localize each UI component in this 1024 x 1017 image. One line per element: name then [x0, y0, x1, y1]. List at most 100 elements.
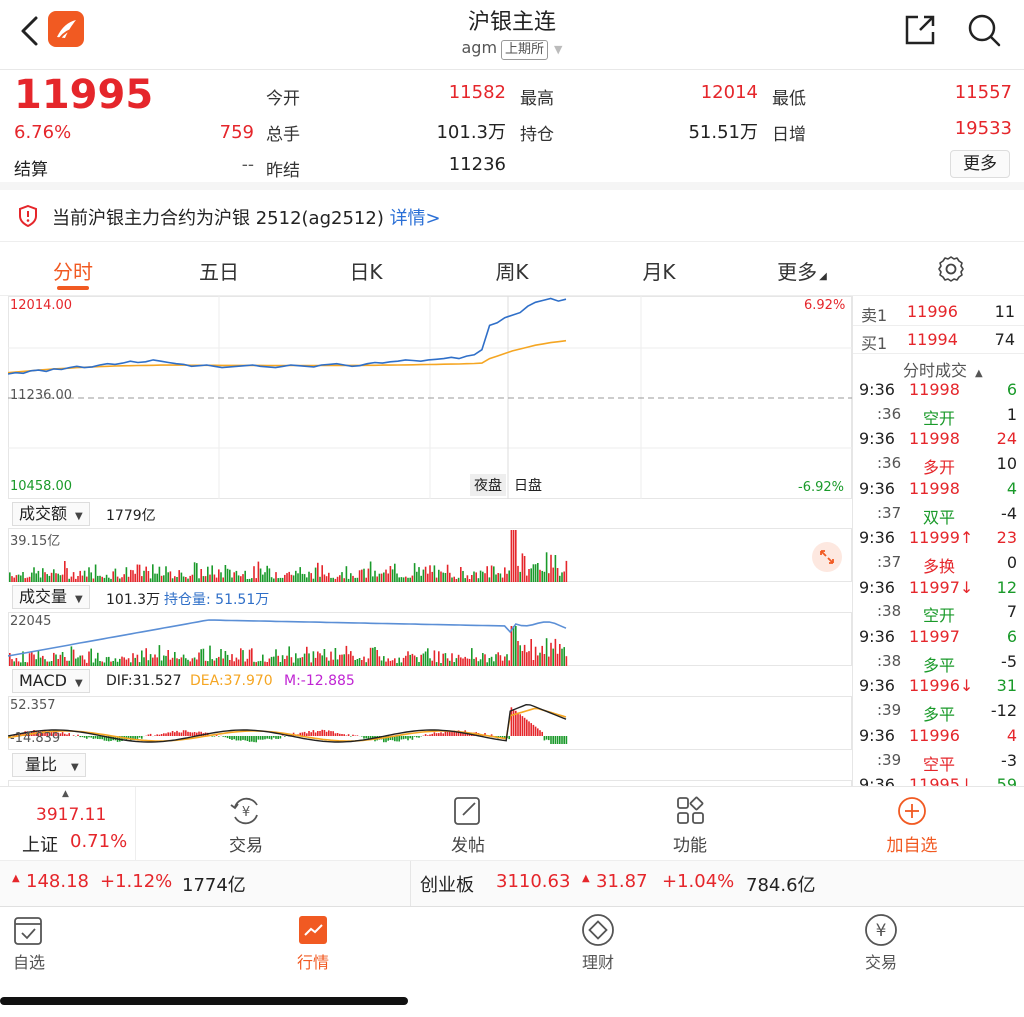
- search-button[interactable]: [966, 12, 1002, 48]
- watchlist-check-icon: [14, 917, 42, 945]
- trade-ticker[interactable]: 卖1 11996 11 买1 11994 74 分时成交 ▲ 9:36 11998 6…: [852, 296, 1024, 786]
- bar: [457, 654, 460, 666]
- bar: [402, 657, 405, 666]
- bar: [209, 645, 211, 666]
- index-quick-view[interactable]: ▲ 3917.11 上证 0.71%: [0, 787, 136, 861]
- bar: [427, 573, 429, 582]
- chart-settings-button[interactable]: [936, 254, 966, 284]
- tab-more[interactable]: 更多 ◢: [752, 256, 852, 285]
- bar: [554, 638, 557, 666]
- trade-action[interactable]: ¥ 交易: [186, 795, 306, 856]
- add-watchlist-action[interactable]: 加自选: [852, 795, 972, 856]
- volume-ratio-select[interactable]: 量比 ▼: [12, 753, 86, 777]
- macd-bar: [438, 733, 440, 736]
- tick-time: :36: [877, 454, 902, 473]
- bar: [136, 654, 139, 666]
- bar: [281, 655, 284, 666]
- tick-volume: 59: [996, 775, 1017, 786]
- ticks-title[interactable]: 分时成交 ▲: [903, 357, 983, 381]
- post-action[interactable]: 发帖: [408, 795, 528, 856]
- bar: [44, 572, 46, 582]
- market-chart-icon: [299, 916, 327, 944]
- bar: [231, 577, 233, 582]
- intraday-chart-area[interactable]: 12014.00 11236.00 10458.00 6.92% -6.92% …: [0, 296, 852, 786]
- trade-exchange-icon: ¥: [230, 797, 258, 825]
- page-title: 沪银主连: [467, 10, 556, 35]
- bar: [363, 568, 365, 582]
- bar: [334, 578, 337, 582]
- expand-button[interactable]: [812, 542, 842, 572]
- tab-weekly-k[interactable]: 周K: [462, 256, 562, 285]
- bar: [499, 655, 502, 666]
- tick-price: 11998: [909, 478, 960, 498]
- macd-bar: [187, 731, 189, 736]
- tab-daily-k[interactable]: 日K: [316, 256, 416, 285]
- tick-time: 9:36: [859, 429, 895, 449]
- bar: [314, 657, 317, 666]
- bar: [165, 655, 167, 666]
- tick-volume: 7: [1006, 602, 1017, 622]
- tick-price: 双平: [923, 507, 956, 527]
- bar: [517, 565, 519, 582]
- bar: [438, 569, 440, 582]
- macd-bar: [416, 736, 418, 738]
- bar: [64, 657, 66, 666]
- bar: [409, 654, 411, 666]
- bar: [231, 654, 233, 666]
- bar: [70, 576, 73, 582]
- bar: [147, 660, 150, 666]
- bar: [127, 576, 130, 582]
- bar: [147, 571, 150, 582]
- action-bar: ▲ 3917.11 上证 0.71% ¥ 交易 发帖 功能 加自选: [0, 786, 1024, 861]
- bar: [336, 576, 339, 582]
- tick-row: 9:36 11995↓ 59: [853, 775, 1024, 786]
- bar: [189, 661, 191, 666]
- macd-bar: [185, 730, 187, 736]
- nav-watchlist[interactable]: 自选: [0, 913, 79, 973]
- macd-bar: [526, 719, 528, 736]
- bar: [449, 572, 451, 582]
- tick-row: 9:36 11996↓ 31: [853, 676, 1024, 701]
- macd-indicator-select[interactable]: MACD ▼: [12, 669, 90, 693]
- nav-wealth[interactable]: 理财: [548, 913, 648, 973]
- nav-market[interactable]: 行情: [263, 913, 363, 973]
- tab-intraday[interactable]: 分时: [23, 256, 123, 285]
- more-quote-button[interactable]: 更多: [950, 150, 1010, 178]
- macd-bar: [61, 732, 64, 736]
- tick-time: :38: [877, 602, 902, 621]
- share-button[interactable]: [902, 12, 938, 48]
- macd-bar: [163, 733, 165, 736]
- price-axis-high: 12014.00: [10, 298, 73, 313]
- bar: [493, 566, 495, 582]
- bar: [253, 566, 255, 582]
- contract-subtitle[interactable]: agm 上期所 ▼: [0, 38, 1024, 60]
- bar: [264, 572, 266, 582]
- tick-price: 多平: [923, 655, 956, 675]
- caret-up-icon: ▲: [62, 789, 69, 799]
- index-ticker-strip[interactable]: ▲ 148.18 +1.12% 1774亿 创业板 3110.63 ▲ 31.8…: [0, 860, 1024, 907]
- tab-five-day[interactable]: 五日: [169, 256, 269, 285]
- bar: [561, 648, 563, 666]
- nav-trade[interactable]: ¥ 交易: [831, 913, 931, 973]
- macd-bar: [281, 735, 284, 736]
- macd-bar: [284, 736, 286, 737]
- bar: [204, 660, 207, 666]
- macd-axis-max: 52.357: [10, 698, 56, 713]
- daily-increase-label: 日增: [772, 125, 806, 145]
- main-contract-notice[interactable]: 当前沪银主力合约为沪银 2512(ag2512) 详情>: [0, 190, 1024, 242]
- bar: [176, 658, 178, 666]
- function-action[interactable]: 功能: [630, 795, 750, 856]
- tab-monthly-k[interactable]: 月K: [609, 256, 709, 285]
- prev-settle-label: 昨结: [266, 161, 300, 181]
- macd-bar: [341, 734, 343, 736]
- notice-detail-link[interactable]: 详情>: [390, 208, 441, 229]
- bar: [77, 576, 79, 582]
- bar: [462, 571, 464, 582]
- bar: [486, 662, 488, 666]
- bar: [136, 564, 139, 582]
- volume-indicator-select[interactable]: 成交量 ▼: [12, 585, 90, 609]
- left-index-points: 148.18: [26, 871, 89, 892]
- bar: [468, 658, 471, 666]
- open-interest-value: 51.51万: [688, 122, 758, 143]
- amount-indicator-select[interactable]: 成交额 ▼: [12, 502, 90, 526]
